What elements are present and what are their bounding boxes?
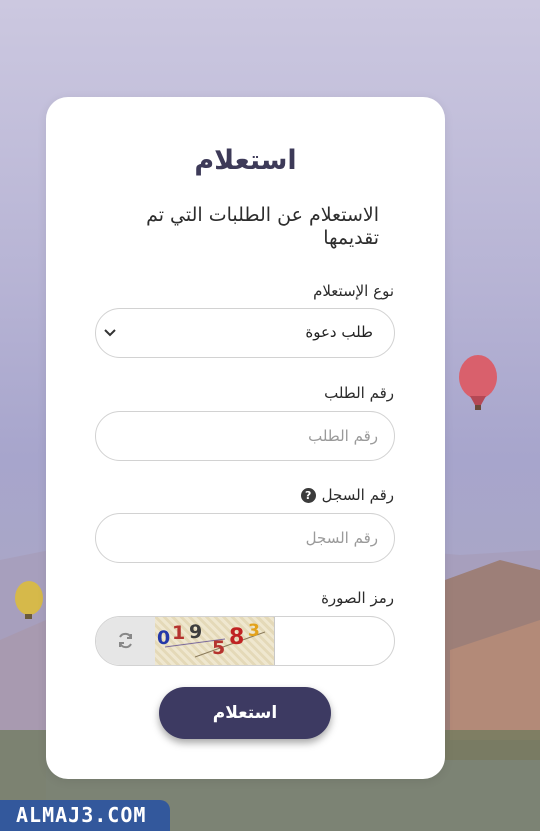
hot-air-balloon: [459, 355, 497, 410]
request-number-placeholder: رقم الطلب: [308, 427, 378, 445]
question-circle-icon[interactable]: ?: [300, 488, 316, 503]
site-watermark: ALMAJ3.COM: [0, 800, 170, 831]
request-number-label: رقم الطلب: [324, 384, 394, 402]
record-number-placeholder: رقم السجل: [305, 529, 378, 547]
submit-inquiry-button[interactable]: استعلام: [159, 687, 331, 739]
record-number-input[interactable]: رقم السجل: [95, 513, 395, 563]
request-number-input[interactable]: رقم الطلب: [95, 411, 395, 461]
page-subtitle: الاستعلام عن الطلبات التي تم تقديمها: [146, 204, 379, 249]
captcha-digit: 5: [212, 637, 225, 659]
captcha-label: رمز الصورة: [321, 589, 394, 607]
inquiry-type-select[interactable]: طلب دعوة: [95, 308, 395, 358]
captcha-digit: 0: [157, 627, 170, 649]
captcha-digit: 3: [248, 621, 260, 641]
captcha-digit: 9: [189, 621, 202, 643]
captcha-refresh-button[interactable]: [96, 617, 156, 665]
captcha-digit: 1: [172, 622, 185, 644]
inquiry-card: استعلام الاستعلام عن الطلبات التي تم تقد…: [46, 97, 445, 779]
record-number-label-row: رقم السجل?: [300, 486, 394, 504]
captcha-image: 0 1 9 5 8 3: [155, 617, 275, 665]
record-number-label: رقم السجل: [321, 486, 394, 504]
page-title: استعلام: [194, 145, 297, 176]
inquiry-type-value: طلب دعوة: [305, 323, 373, 341]
refresh-icon: [119, 632, 132, 649]
inquiry-type-label: نوع الإستعلام: [313, 282, 394, 300]
captcha-input[interactable]: 0 1 9 5 8 3: [95, 616, 395, 666]
chevron-down-icon: [104, 329, 116, 337]
captcha-digit: 8: [229, 625, 244, 650]
